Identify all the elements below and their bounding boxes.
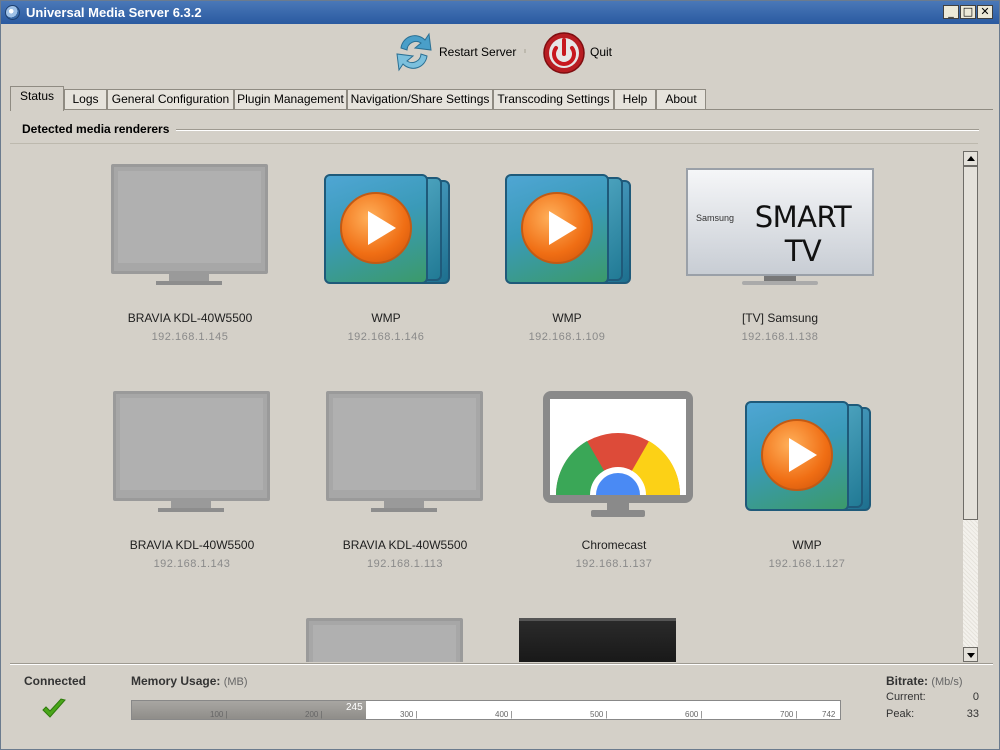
renderer-name: WMP	[552, 311, 582, 325]
quit-label: Quit	[590, 45, 613, 59]
tv-icon	[519, 618, 676, 662]
bitrate-unit: (Mb/s)	[931, 676, 963, 688]
renderer-name: BRAVIA KDL-40W5500	[129, 538, 255, 552]
chrome-icon	[555, 433, 681, 495]
connection-status: Connected	[24, 674, 87, 688]
tab-navigation-share-settings[interactable]: Navigation/Share Settings	[347, 89, 493, 110]
tab-general-configuration[interactable]: General Configuration	[107, 89, 234, 110]
tab-logs[interactable]: Logs	[64, 89, 107, 110]
tab-transcoding-settings[interactable]: Transcoding Settings	[493, 89, 614, 110]
renderer-name: WMP	[371, 311, 401, 325]
memory-tick: 300 |	[400, 710, 418, 719]
status-divider	[10, 663, 993, 665]
renderer-ip: 192.168.1.127	[768, 558, 846, 570]
memory-tick: 600 |	[685, 710, 703, 719]
renderer-ip: 192.168.1.138	[741, 331, 819, 343]
arrow-up-icon	[967, 156, 975, 161]
samsung-brand-text: Samsung	[696, 213, 735, 223]
app-logo-icon	[5, 5, 20, 20]
section-divider	[176, 129, 979, 131]
wmp-icon	[505, 174, 631, 286]
renderer-ip: 192.168.1.137	[575, 558, 653, 570]
renderers-panel[interactable]: BRAVIA KDL-40W5500 192.168.1.145 WMP 192…	[10, 144, 963, 662]
wmp-icon	[745, 401, 871, 513]
arrow-down-icon	[967, 653, 975, 658]
renderer-card[interactable]: BRAVIA KDL-40W5500 192.168.1.143	[92, 391, 292, 570]
checkmark-icon	[42, 698, 66, 718]
memory-tick: 500 |	[590, 710, 608, 719]
maximize-button[interactable]: □	[960, 5, 976, 19]
renderer-card[interactable]	[285, 618, 485, 662]
quit-button[interactable]: Quit	[542, 27, 612, 77]
tv-icon	[113, 391, 270, 513]
toolbar-separator	[524, 49, 526, 53]
renderer-card[interactable]: BRAVIA KDL-40W5500 192.168.1.113	[305, 391, 505, 570]
restart-server-button[interactable]: Restart Server	[393, 27, 516, 77]
renderer-ip: 192.168.1.113	[366, 558, 444, 570]
memory-unit: (MB)	[223, 676, 248, 688]
vertical-scrollbar[interactable]	[963, 151, 978, 662]
smart-tv-text: SMART TV	[754, 200, 852, 268]
minimize-button[interactable]: _	[943, 5, 959, 19]
memory-tick: 400 |	[495, 710, 513, 719]
restart-server-label: Restart Server	[439, 45, 517, 59]
wmp-icon	[324, 174, 450, 286]
tab-underline	[10, 109, 993, 110]
memory-usage-title: Memory Usage: (MB)	[131, 674, 248, 688]
memory-usage-value: 245	[346, 702, 363, 713]
scrollbar-thumb[interactable]	[963, 166, 978, 520]
refresh-icon	[396, 32, 432, 72]
renderer-ip: 192.168.1.145	[151, 331, 229, 343]
window-title: Universal Media Server 6.3.2	[26, 5, 202, 20]
bitrate-label: Bitrate:	[886, 674, 929, 688]
tab-status[interactable]: Status	[10, 86, 64, 111]
tab-about[interactable]: About	[656, 89, 706, 110]
memory-usage-fill	[132, 701, 366, 719]
section-title: Detected media renderers	[22, 122, 170, 136]
bitrate-peak-value: 33	[966, 708, 979, 720]
bitrate-current-value: 0	[972, 691, 979, 703]
bitrate-peak-row: Peak: 33	[886, 708, 979, 720]
renderer-card[interactable]: WMP 192.168.1.109	[467, 164, 667, 343]
renderer-name: [TV] Samsung	[741, 311, 819, 325]
renderer-card[interactable]: BRAVIA KDL-40W5500 192.168.1.145	[90, 164, 290, 343]
scroll-up-button[interactable]	[963, 151, 978, 166]
bitrate-peak-label: Peak:	[886, 708, 915, 720]
samsung-smart-tv-icon: Samsung SMART TV	[686, 168, 874, 293]
renderer-card[interactable]: WMP 192.168.1.146	[286, 164, 486, 343]
scroll-down-button[interactable]	[963, 647, 978, 662]
tab-help[interactable]: Help	[614, 89, 656, 110]
main-window: Universal Media Server 6.3.2 _ □ ✕ Resta…	[0, 0, 1000, 750]
renderer-card[interactable]: WMP 192.168.1.127	[707, 391, 907, 570]
renderer-name: WMP	[792, 538, 822, 552]
renderer-ip: 192.168.1.146	[347, 331, 425, 343]
renderer-card[interactable]: Samsung SMART TV [TV] Samsung 192.168.1.…	[680, 164, 880, 343]
memory-tick: 700 |	[780, 710, 798, 719]
close-button[interactable]: ✕	[977, 5, 993, 19]
renderer-name: BRAVIA KDL-40W5500	[127, 311, 253, 325]
bitrate-title: Bitrate: (Mb/s)	[886, 674, 963, 688]
power-icon	[543, 32, 585, 74]
renderer-name: BRAVIA KDL-40W5500	[342, 538, 468, 552]
tv-icon	[111, 164, 268, 286]
tv-icon	[306, 618, 463, 662]
tv-icon	[326, 391, 483, 513]
memory-tick: 742	[822, 710, 836, 719]
chromecast-icon	[543, 391, 693, 519]
tab-plugin-management[interactable]: Plugin Management	[234, 89, 347, 110]
title-bar[interactable]: Universal Media Server 6.3.2 _ □ ✕	[1, 1, 999, 24]
renderer-card[interactable]	[498, 618, 698, 662]
renderer-name: Chromecast	[581, 538, 647, 552]
memory-tick: 100 |	[210, 710, 228, 719]
renderer-ip: 192.168.1.143	[153, 558, 231, 570]
renderer-ip: 192.168.1.109	[528, 331, 606, 343]
memory-usage-bar: 245 100 | 200 | 300 | 400 | 500 | 600 | …	[131, 700, 841, 720]
memory-tick: 200 |	[305, 710, 323, 719]
bitrate-current-label: Current:	[886, 691, 926, 703]
memory-usage-label: Memory Usage:	[131, 674, 221, 688]
renderer-card[interactable]: Chromecast 192.168.1.137	[514, 391, 714, 570]
bitrate-current-row: Current: 0	[886, 691, 979, 703]
